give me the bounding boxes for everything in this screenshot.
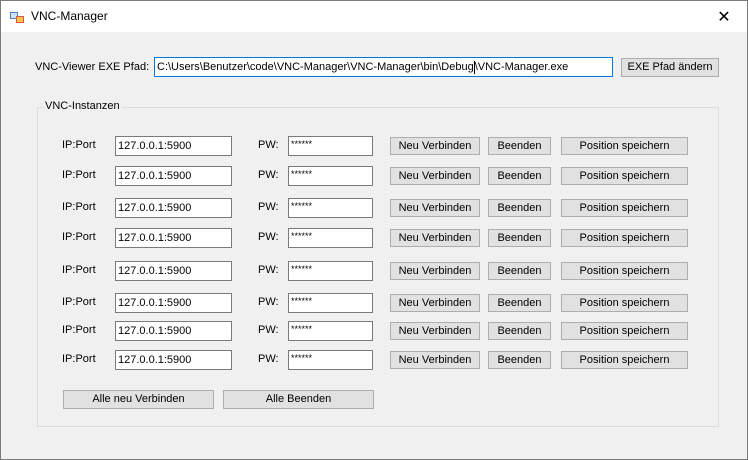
vnc-manager-window: VNC-Manager ✕ VNC-Viewer EXE Pfad: C:\Us… <box>0 0 748 460</box>
exe-path-value-end: \VNC-Manager.exe <box>474 61 569 73</box>
reconnect-button[interactable]: Neu Verbinden <box>390 294 480 312</box>
save-position-button[interactable]: Position speichern <box>561 322 688 340</box>
save-position-button[interactable]: Position speichern <box>561 229 688 247</box>
stop-button[interactable]: Beenden <box>488 351 551 369</box>
instance-row: IP:Port 127.0.0.1:5900 PW: ****** Neu Verbin… <box>1 228 748 248</box>
password-label: PW: <box>258 324 279 336</box>
instance-row: IP:Port 127.0.0.1:5900 PW: ****** Neu Verbin… <box>1 198 748 218</box>
password-input[interactable]: ****** <box>288 261 373 281</box>
reconnect-button[interactable]: Neu Verbinden <box>390 262 480 280</box>
reconnect-button[interactable]: Neu Verbinden <box>390 322 480 340</box>
ip-port-input[interactable]: 127.0.0.1:5900 <box>115 350 232 370</box>
reconnect-button[interactable]: Neu Verbinden <box>390 137 480 155</box>
stop-button[interactable]: Beenden <box>488 137 551 155</box>
ip-port-input[interactable]: 127.0.0.1:5900 <box>115 293 232 313</box>
title-bar: VNC-Manager ✕ <box>1 1 747 32</box>
password-input[interactable]: ****** <box>288 198 373 218</box>
password-label: PW: <box>258 201 279 213</box>
save-position-button[interactable]: Position speichern <box>561 351 688 369</box>
save-position-button[interactable]: Position speichern <box>561 294 688 312</box>
ip-port-label: IP:Port <box>62 231 96 243</box>
vnc-instances-group-title: VNC-Instanzen <box>43 100 122 112</box>
password-label: PW: <box>258 264 279 276</box>
instance-row: IP:Port 127.0.0.1:5900 PW: ****** Neu Verbin… <box>1 350 748 370</box>
ip-port-label: IP:Port <box>62 139 96 151</box>
stop-all-button[interactable]: Alle Beenden <box>223 390 374 409</box>
reconnect-button[interactable]: Neu Verbinden <box>390 199 480 217</box>
ip-port-label: IP:Port <box>62 353 96 365</box>
save-position-button[interactable]: Position speichern <box>561 137 688 155</box>
reconnect-button[interactable]: Neu Verbinden <box>390 351 480 369</box>
ip-port-label: IP:Port <box>62 264 96 276</box>
password-label: PW: <box>258 139 279 151</box>
stop-button[interactable]: Beenden <box>488 167 551 185</box>
exe-path-input[interactable]: C:\Users\Benutzer\code\VNC-Manager\VNC-M… <box>154 57 613 77</box>
ip-port-label: IP:Port <box>62 169 96 181</box>
reconnect-button[interactable]: Neu Verbinden <box>390 229 480 247</box>
window-title: VNC-Manager <box>31 9 108 23</box>
ip-port-label: IP:Port <box>62 324 96 336</box>
password-input[interactable]: ****** <box>288 136 373 156</box>
exe-path-value-start: C:\Users\Benutzer\code\VNC-Manager\VNC-M… <box>157 61 474 73</box>
password-input[interactable]: ****** <box>288 293 373 313</box>
password-input[interactable]: ****** <box>288 228 373 248</box>
stop-button[interactable]: Beenden <box>488 199 551 217</box>
password-input[interactable]: ****** <box>288 166 373 186</box>
save-position-button[interactable]: Position speichern <box>561 262 688 280</box>
stop-button[interactable]: Beenden <box>488 294 551 312</box>
password-input[interactable]: ****** <box>288 350 373 370</box>
instance-row: IP:Port 127.0.0.1:5900 PW: ****** Neu Verbin… <box>1 321 748 341</box>
password-label: PW: <box>258 231 279 243</box>
save-position-button[interactable]: Position speichern <box>561 167 688 185</box>
stop-button[interactable]: Beenden <box>488 262 551 280</box>
ip-port-input[interactable]: 127.0.0.1:5900 <box>115 261 232 281</box>
instance-row: IP:Port 127.0.0.1:5900 PW: ****** Neu Verbin… <box>1 261 748 281</box>
ip-port-label: IP:Port <box>62 201 96 213</box>
password-label: PW: <box>258 353 279 365</box>
stop-button[interactable]: Beenden <box>488 322 551 340</box>
stop-button[interactable]: Beenden <box>488 229 551 247</box>
instance-row: IP:Port 127.0.0.1:5900 PW: ****** Neu Verbin… <box>1 166 748 186</box>
save-position-button[interactable]: Position speichern <box>561 199 688 217</box>
ip-port-input[interactable]: 127.0.0.1:5900 <box>115 228 232 248</box>
reconnect-button[interactable]: Neu Verbinden <box>390 167 480 185</box>
instance-row: IP:Port 127.0.0.1:5900 PW: ****** Neu Verbin… <box>1 293 748 313</box>
ip-port-input[interactable]: 127.0.0.1:5900 <box>115 166 232 186</box>
instance-row: IP:Port 127.0.0.1:5900 PW: ****** Neu Verbin… <box>1 136 748 156</box>
password-input[interactable]: ****** <box>288 321 373 341</box>
close-icon[interactable]: ✕ <box>701 1 747 32</box>
ip-port-input[interactable]: 127.0.0.1:5900 <box>115 198 232 218</box>
ip-port-label: IP:Port <box>62 296 96 308</box>
ip-port-input[interactable]: 127.0.0.1:5900 <box>115 321 232 341</box>
password-label: PW: <box>258 296 279 308</box>
ip-port-input[interactable]: 127.0.0.1:5900 <box>115 136 232 156</box>
change-exe-path-button[interactable]: EXE Pfad ändern <box>621 58 719 77</box>
reconnect-all-button[interactable]: Alle neu Verbinden <box>63 390 214 409</box>
password-label: PW: <box>258 169 279 181</box>
app-icon <box>10 12 24 23</box>
exe-path-label: VNC-Viewer EXE Pfad: <box>35 61 150 73</box>
